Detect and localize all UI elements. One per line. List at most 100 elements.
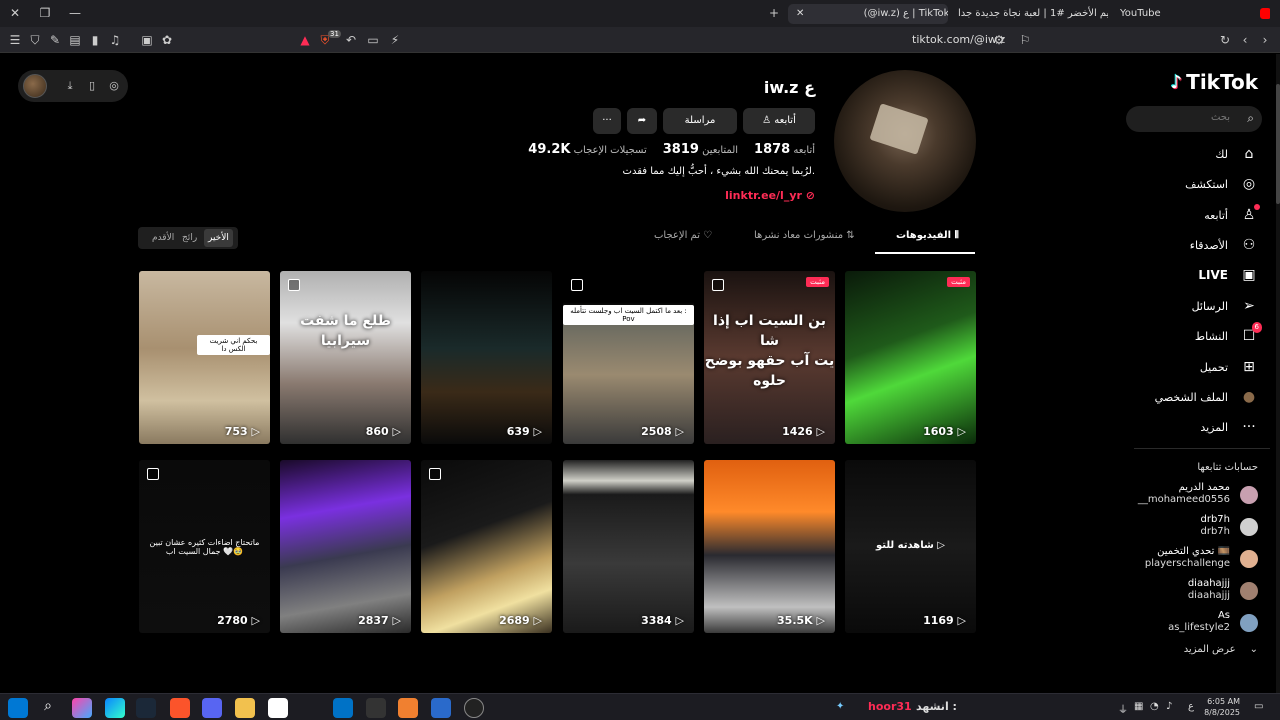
sidebar-item-profile[interactable]: الملف الشخصي ●	[1138, 385, 1258, 409]
following-account[interactable]: محمد الدريم __mohameed0556	[1128, 482, 1258, 512]
restore-window-icon[interactable]: ❐	[36, 4, 54, 22]
following-account[interactable]: diaahajjj diaahajjj	[1128, 578, 1258, 608]
app-icon[interactable]	[366, 698, 386, 718]
more-options-button[interactable]: ···	[593, 108, 621, 134]
phone-icon[interactable]: ▯	[84, 78, 100, 94]
video-caption: بن السيت اب إذا شا يت آب حقهو بوضح حلوه	[704, 313, 835, 389]
video-card[interactable]: 35.5K ▷	[704, 460, 835, 633]
followers-stat[interactable]: 3819 المتابعين	[659, 142, 738, 157]
sidebar-item-messages[interactable]: الرسائل ➢	[1138, 294, 1258, 318]
profile-link[interactable]: linktr.ee/l_yr ⊘	[725, 189, 815, 202]
network-icon[interactable]: ▦	[1134, 701, 1143, 712]
video-card[interactable]: بعد ما اكتمل السيت اب وجلست تتأمله : Pov…	[563, 271, 694, 444]
video-card[interactable]: 639 ▷	[421, 271, 552, 444]
download-icon[interactable]: ⤓	[62, 78, 78, 94]
file-explorer-icon[interactable]	[235, 698, 255, 718]
notifications-icon[interactable]: ▭	[1254, 701, 1263, 712]
video-card[interactable]: 2689 ▷	[421, 460, 552, 633]
sidebar-item-live[interactable]: LIVE ▣	[1138, 263, 1258, 287]
following-account[interactable]: drb7h drb7h	[1128, 514, 1258, 544]
message-button[interactable]: مراسلة	[663, 108, 737, 134]
forward-icon[interactable]: ›	[1256, 31, 1274, 49]
following-account[interactable]: تحدي التخمين 🎞️ playerschallenge	[1128, 546, 1258, 576]
multi-photo-icon	[571, 279, 583, 291]
brave-icon[interactable]	[170, 698, 190, 718]
sidebar-item-friends[interactable]: الأصدقاء ⚇	[1138, 233, 1258, 257]
leo-icon[interactable]: ⚡	[386, 31, 404, 49]
outlook-icon[interactable]	[333, 698, 353, 718]
video-card[interactable]: 2837 ▷	[280, 460, 411, 633]
tab-liked[interactable]: تم الإعجاب ♡	[654, 230, 712, 241]
reload-icon[interactable]: ↻	[1216, 31, 1234, 49]
close-window-icon[interactable]: ✕	[6, 4, 24, 22]
history-icon[interactable]: ▤	[66, 31, 84, 49]
sidebar-item-upload[interactable]: تحميل ⊞	[1138, 355, 1258, 379]
video-card[interactable]: ماتحتاج اضاءات كثيره عشان تبين جمال السي…	[139, 460, 270, 633]
language-indicator[interactable]: ع	[1188, 701, 1194, 712]
store-icon[interactable]	[268, 698, 288, 718]
profile-avatar[interactable]	[834, 70, 976, 212]
obs-icon[interactable]	[464, 698, 484, 718]
edge-icon[interactable]	[105, 698, 125, 718]
compass-icon[interactable]: ◎	[106, 78, 122, 94]
start-icon[interactable]	[8, 698, 28, 718]
new-tab-icon[interactable]: +	[765, 4, 783, 22]
menu-icon[interactable]: ☰	[6, 31, 24, 49]
discord-icon[interactable]	[202, 698, 222, 718]
music-icon[interactable]: ♫	[106, 31, 124, 49]
undo-icon[interactable]: ↶	[342, 31, 360, 49]
alert-icon[interactable]: ▲	[296, 31, 314, 49]
video-card[interactable]: مثبت 1603 ▷	[845, 271, 976, 444]
video-card[interactable]: 3384 ▷	[563, 460, 694, 633]
minimize-window-icon[interactable]: —	[66, 4, 84, 22]
sort-popular[interactable]: رائج	[178, 229, 201, 247]
tab-tiktok[interactable]: ✕ (@iw.z) ع | TikTok	[788, 4, 948, 24]
mic-icon[interactable]: ⏚	[1118, 701, 1128, 716]
sidebar-item-for-you[interactable]: لك ⌂	[1138, 142, 1258, 166]
search-icon[interactable]: ⌕	[38, 698, 58, 718]
search-icon[interactable]: ⌕	[1247, 111, 1254, 126]
video-card[interactable]: شاهدته للتو ▷ 1169 ▷	[845, 460, 976, 633]
video-card[interactable]: طلع ما شفت سيرابيا 860 ▷	[280, 271, 411, 444]
sidebar-item-more[interactable]: المزيد ···	[1138, 415, 1258, 439]
back-icon[interactable]: ‹	[1236, 31, 1254, 49]
puzzle-icon[interactable]: ✿	[158, 31, 176, 49]
site-settings-icon[interactable]: ⚙	[990, 31, 1008, 49]
vlc-icon[interactable]	[398, 698, 418, 718]
tab-reposts[interactable]: منشورات معاد نشرها ⇅	[754, 230, 855, 241]
tab-video[interactable]: الجحيم الأخضر #1 | لعبة نجاة جديدة جدا	[958, 4, 1108, 24]
shield-icon[interactable]: ⛉	[26, 31, 44, 49]
share-button[interactable]: ➦	[627, 108, 657, 134]
wifi-icon[interactable]: ◔	[1150, 701, 1159, 712]
bookmark-icon[interactable]: ⚐	[1016, 31, 1034, 49]
profile-stats: 49.2K تسجيلات الإعجاب 3819 المتابعين 187…	[524, 142, 815, 157]
copilot-icon[interactable]	[72, 698, 92, 718]
video-card[interactable]: مثبت بن السيت اب إذا شا يت آب حقهو بوضح حلو…	[704, 271, 835, 444]
sidebar-item-following[interactable]: أتابعه ♙	[1138, 203, 1260, 227]
sidebar-icon[interactable]: ▮	[86, 31, 104, 49]
following-stat[interactable]: 1878 أتابعه	[750, 142, 815, 157]
sidebar-item-explore[interactable]: استكشف ◎	[1138, 172, 1258, 196]
sort-oldest[interactable]: الأقدم	[148, 229, 178, 247]
volume-icon[interactable]: ♪	[1166, 701, 1172, 712]
sidebar-item-activity[interactable]: النشاط ☐ 6	[1138, 322, 1262, 348]
scrollbar-thumb[interactable]	[1276, 84, 1280, 204]
app-icon[interactable]	[431, 698, 451, 718]
small-avatar[interactable]	[23, 74, 47, 98]
see-more-link[interactable]: عرض المزيد ⌄	[1184, 644, 1258, 655]
extensions-icon[interactable]: ✎	[46, 31, 64, 49]
reader-icon[interactable]: ▭	[364, 31, 382, 49]
tab-youtube[interactable]: YouTube	[1120, 4, 1270, 24]
search-input[interactable]: بحث ⌕	[1126, 106, 1262, 132]
video-card[interactable]: بحكم اني شريت الكس دا 753 ▷	[139, 271, 270, 444]
tiktok-logo[interactable]: ♪ TikTok	[1171, 70, 1258, 94]
screenshot-icon[interactable]: ▣	[138, 31, 156, 49]
page-scrollbar[interactable]	[1276, 54, 1280, 693]
system-clock[interactable]: 6:05 AM 8/8/2025	[1204, 696, 1240, 718]
tab-videos[interactable]: الفيديوهات ⦀	[896, 230, 959, 241]
following-account[interactable]: As as_lifestyle2	[1128, 610, 1258, 640]
steam-icon[interactable]	[136, 698, 156, 718]
following-button[interactable]: ♙ أتابعه	[743, 108, 815, 134]
sort-latest[interactable]: الأخير	[204, 229, 233, 247]
close-tab-icon[interactable]: ✕	[796, 8, 804, 19]
